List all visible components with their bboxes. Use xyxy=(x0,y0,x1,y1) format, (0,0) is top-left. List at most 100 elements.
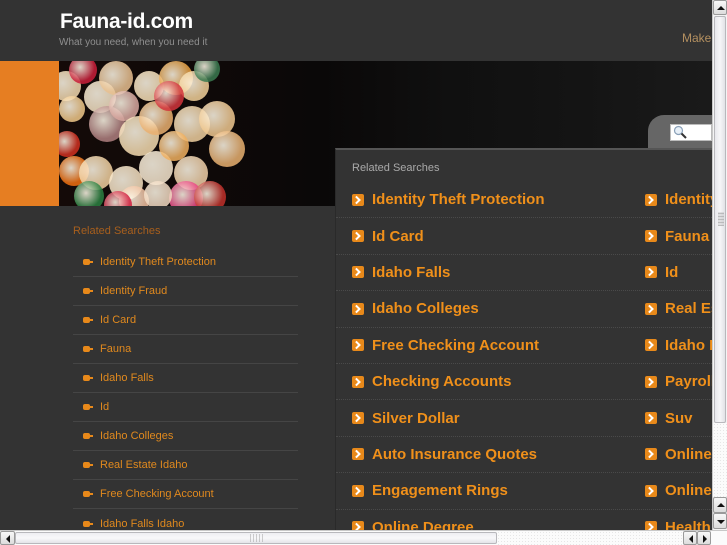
related-link-label[interactable]: Auto Insurance Quotes xyxy=(372,446,537,463)
related-link-label[interactable]: Identity Theft Protection xyxy=(372,191,545,208)
arrow-left-icon xyxy=(689,535,693,543)
sidebar-item-label[interactable]: Id xyxy=(100,401,109,413)
chevron-right-icon xyxy=(645,412,657,425)
sidebar-item-label[interactable]: Idaho Falls Idaho xyxy=(100,518,184,530)
sidebar-item-label[interactable]: Idaho Falls xyxy=(100,372,154,384)
scroll-left-button[interactable] xyxy=(0,531,15,545)
arrow-down-icon xyxy=(717,520,725,524)
related-link-label[interactable]: Idaho Falls xyxy=(372,264,450,281)
related-link[interactable]: Auto Insurance Quotes xyxy=(352,446,537,463)
related-link[interactable]: Online xyxy=(645,446,712,463)
related-link-label[interactable]: Free Checking Account xyxy=(372,337,539,354)
vertical-scroll-thumb[interactable] xyxy=(714,16,726,423)
related-link[interactable]: Online xyxy=(645,482,712,499)
orange-accent-block xyxy=(0,61,59,206)
sidebar-item-label[interactable]: Real Estate Idaho xyxy=(100,459,187,471)
sidebar-item[interactable]: Id xyxy=(73,393,298,422)
make-link[interactable]: Make xyxy=(682,31,711,45)
related-link-label[interactable]: Payroll xyxy=(665,373,712,390)
chevron-right-icon xyxy=(352,302,364,315)
sidebar-item-label[interactable]: Id Card xyxy=(100,314,136,326)
related-link[interactable]: Online Degree xyxy=(352,519,474,530)
sidebar-item-label[interactable]: Fauna xyxy=(100,343,131,355)
sidebar-item[interactable]: Identity Fraud xyxy=(73,277,298,306)
chevron-right-icon xyxy=(645,448,657,461)
related-link-label[interactable]: Online xyxy=(665,446,712,463)
sidebar-item[interactable]: Idaho Falls xyxy=(73,364,298,393)
bokeh-light xyxy=(159,131,189,161)
pointing-hand-icon xyxy=(83,375,93,381)
sidebar-item[interactable]: Real Estate Idaho xyxy=(73,451,298,480)
related-link-label[interactable]: Idaho Colleges xyxy=(372,300,479,317)
horizontal-scrollbar[interactable] xyxy=(0,530,727,545)
sidebar-item-label[interactable]: Free Checking Account xyxy=(100,488,214,500)
related-link[interactable]: Checking Accounts xyxy=(352,373,511,390)
related-link-label[interactable]: Real Es xyxy=(665,300,712,317)
related-link[interactable]: Idaho Colleges xyxy=(352,300,479,317)
sidebar-item[interactable]: Fauna xyxy=(73,335,298,364)
chevron-right-icon xyxy=(352,193,364,206)
related-link[interactable]: Suv xyxy=(645,410,693,427)
related-link[interactable]: Idaho F xyxy=(645,337,712,354)
sidebar-item[interactable]: Identity Theft Protection xyxy=(73,248,298,277)
related-link[interactable]: Idaho Falls xyxy=(352,264,450,281)
sidebar-item-label[interactable]: Idaho Colleges xyxy=(100,430,173,442)
pointing-hand-icon xyxy=(83,404,93,410)
scroll-down-button[interactable] xyxy=(713,513,727,529)
related-link[interactable]: Fauna xyxy=(645,228,709,245)
related-link[interactable]: Id xyxy=(645,264,678,281)
related-link[interactable]: Identity xyxy=(645,191,712,208)
related-link-label[interactable]: Health xyxy=(665,519,711,530)
related-link[interactable]: Id Card xyxy=(352,228,424,245)
related-searches-heading: Related Searches xyxy=(352,162,440,174)
chevron-right-icon xyxy=(645,193,657,206)
related-row: Identity Theft Protection Identity xyxy=(336,182,712,219)
related-link[interactable]: Engagement Rings xyxy=(352,482,508,499)
related-link-label[interactable]: Id Card xyxy=(372,228,424,245)
related-link-label[interactable]: Idaho F xyxy=(665,337,712,354)
related-link[interactable]: Identity Theft Protection xyxy=(352,191,545,208)
related-link-label[interactable]: Silver Dollar xyxy=(372,410,460,427)
search-icon[interactable] xyxy=(673,125,687,139)
pointing-hand-icon xyxy=(83,491,93,497)
related-link[interactable]: Free Checking Account xyxy=(352,337,539,354)
sidebar-item-label[interactable]: Identity Fraud xyxy=(100,285,167,297)
related-link-label[interactable]: Id xyxy=(665,264,678,281)
related-row: Idaho Colleges Real Es xyxy=(336,291,712,328)
related-link-label[interactable]: Fauna xyxy=(665,228,709,245)
vertical-scroll-track[interactable] xyxy=(713,423,727,497)
related-link-label[interactable]: Online xyxy=(665,482,712,499)
related-link[interactable]: Silver Dollar xyxy=(352,410,460,427)
scroll-up-button-secondary[interactable] xyxy=(713,497,727,513)
sidebar-item-label[interactable]: Identity Theft Protection xyxy=(100,256,216,268)
scroll-right-button[interactable] xyxy=(697,531,711,545)
related-link[interactable]: Payroll xyxy=(645,373,712,390)
related-link-label[interactable]: Engagement Rings xyxy=(372,482,508,499)
chevron-right-icon xyxy=(352,230,364,243)
sidebar-item[interactable]: Id Card xyxy=(73,306,298,335)
related-link-label[interactable]: Identity xyxy=(665,191,712,208)
grip-icon xyxy=(249,534,263,542)
scroll-left-button-secondary[interactable] xyxy=(683,531,697,545)
grip-icon xyxy=(718,212,724,226)
related-link[interactable]: Health xyxy=(645,519,711,530)
related-row: Idaho Falls Id xyxy=(336,255,712,292)
bokeh-light xyxy=(74,181,104,206)
bokeh-light xyxy=(99,61,133,95)
related-link-label[interactable]: Suv xyxy=(665,410,693,427)
chevron-right-icon xyxy=(352,521,364,530)
scroll-up-button[interactable] xyxy=(713,0,727,15)
pointing-hand-icon xyxy=(83,317,93,323)
sidebar-item[interactable]: Free Checking Account xyxy=(73,480,298,509)
related-link-label[interactable]: Online Degree xyxy=(372,519,474,530)
related-link-label[interactable]: Checking Accounts xyxy=(372,373,511,390)
sidebar-item[interactable]: Idaho Colleges xyxy=(73,422,298,451)
horizontal-scroll-thumb[interactable] xyxy=(15,532,497,544)
horizontal-scroll-track[interactable] xyxy=(497,531,683,545)
bokeh-light xyxy=(194,181,226,206)
chevron-right-icon xyxy=(352,412,364,425)
related-link[interactable]: Real Es xyxy=(645,300,712,317)
sidebar-item[interactable]: Idaho Falls Idaho xyxy=(73,509,298,530)
vertical-scrollbar[interactable] xyxy=(712,0,727,530)
site-title[interactable]: Fauna-id.com xyxy=(60,10,193,34)
